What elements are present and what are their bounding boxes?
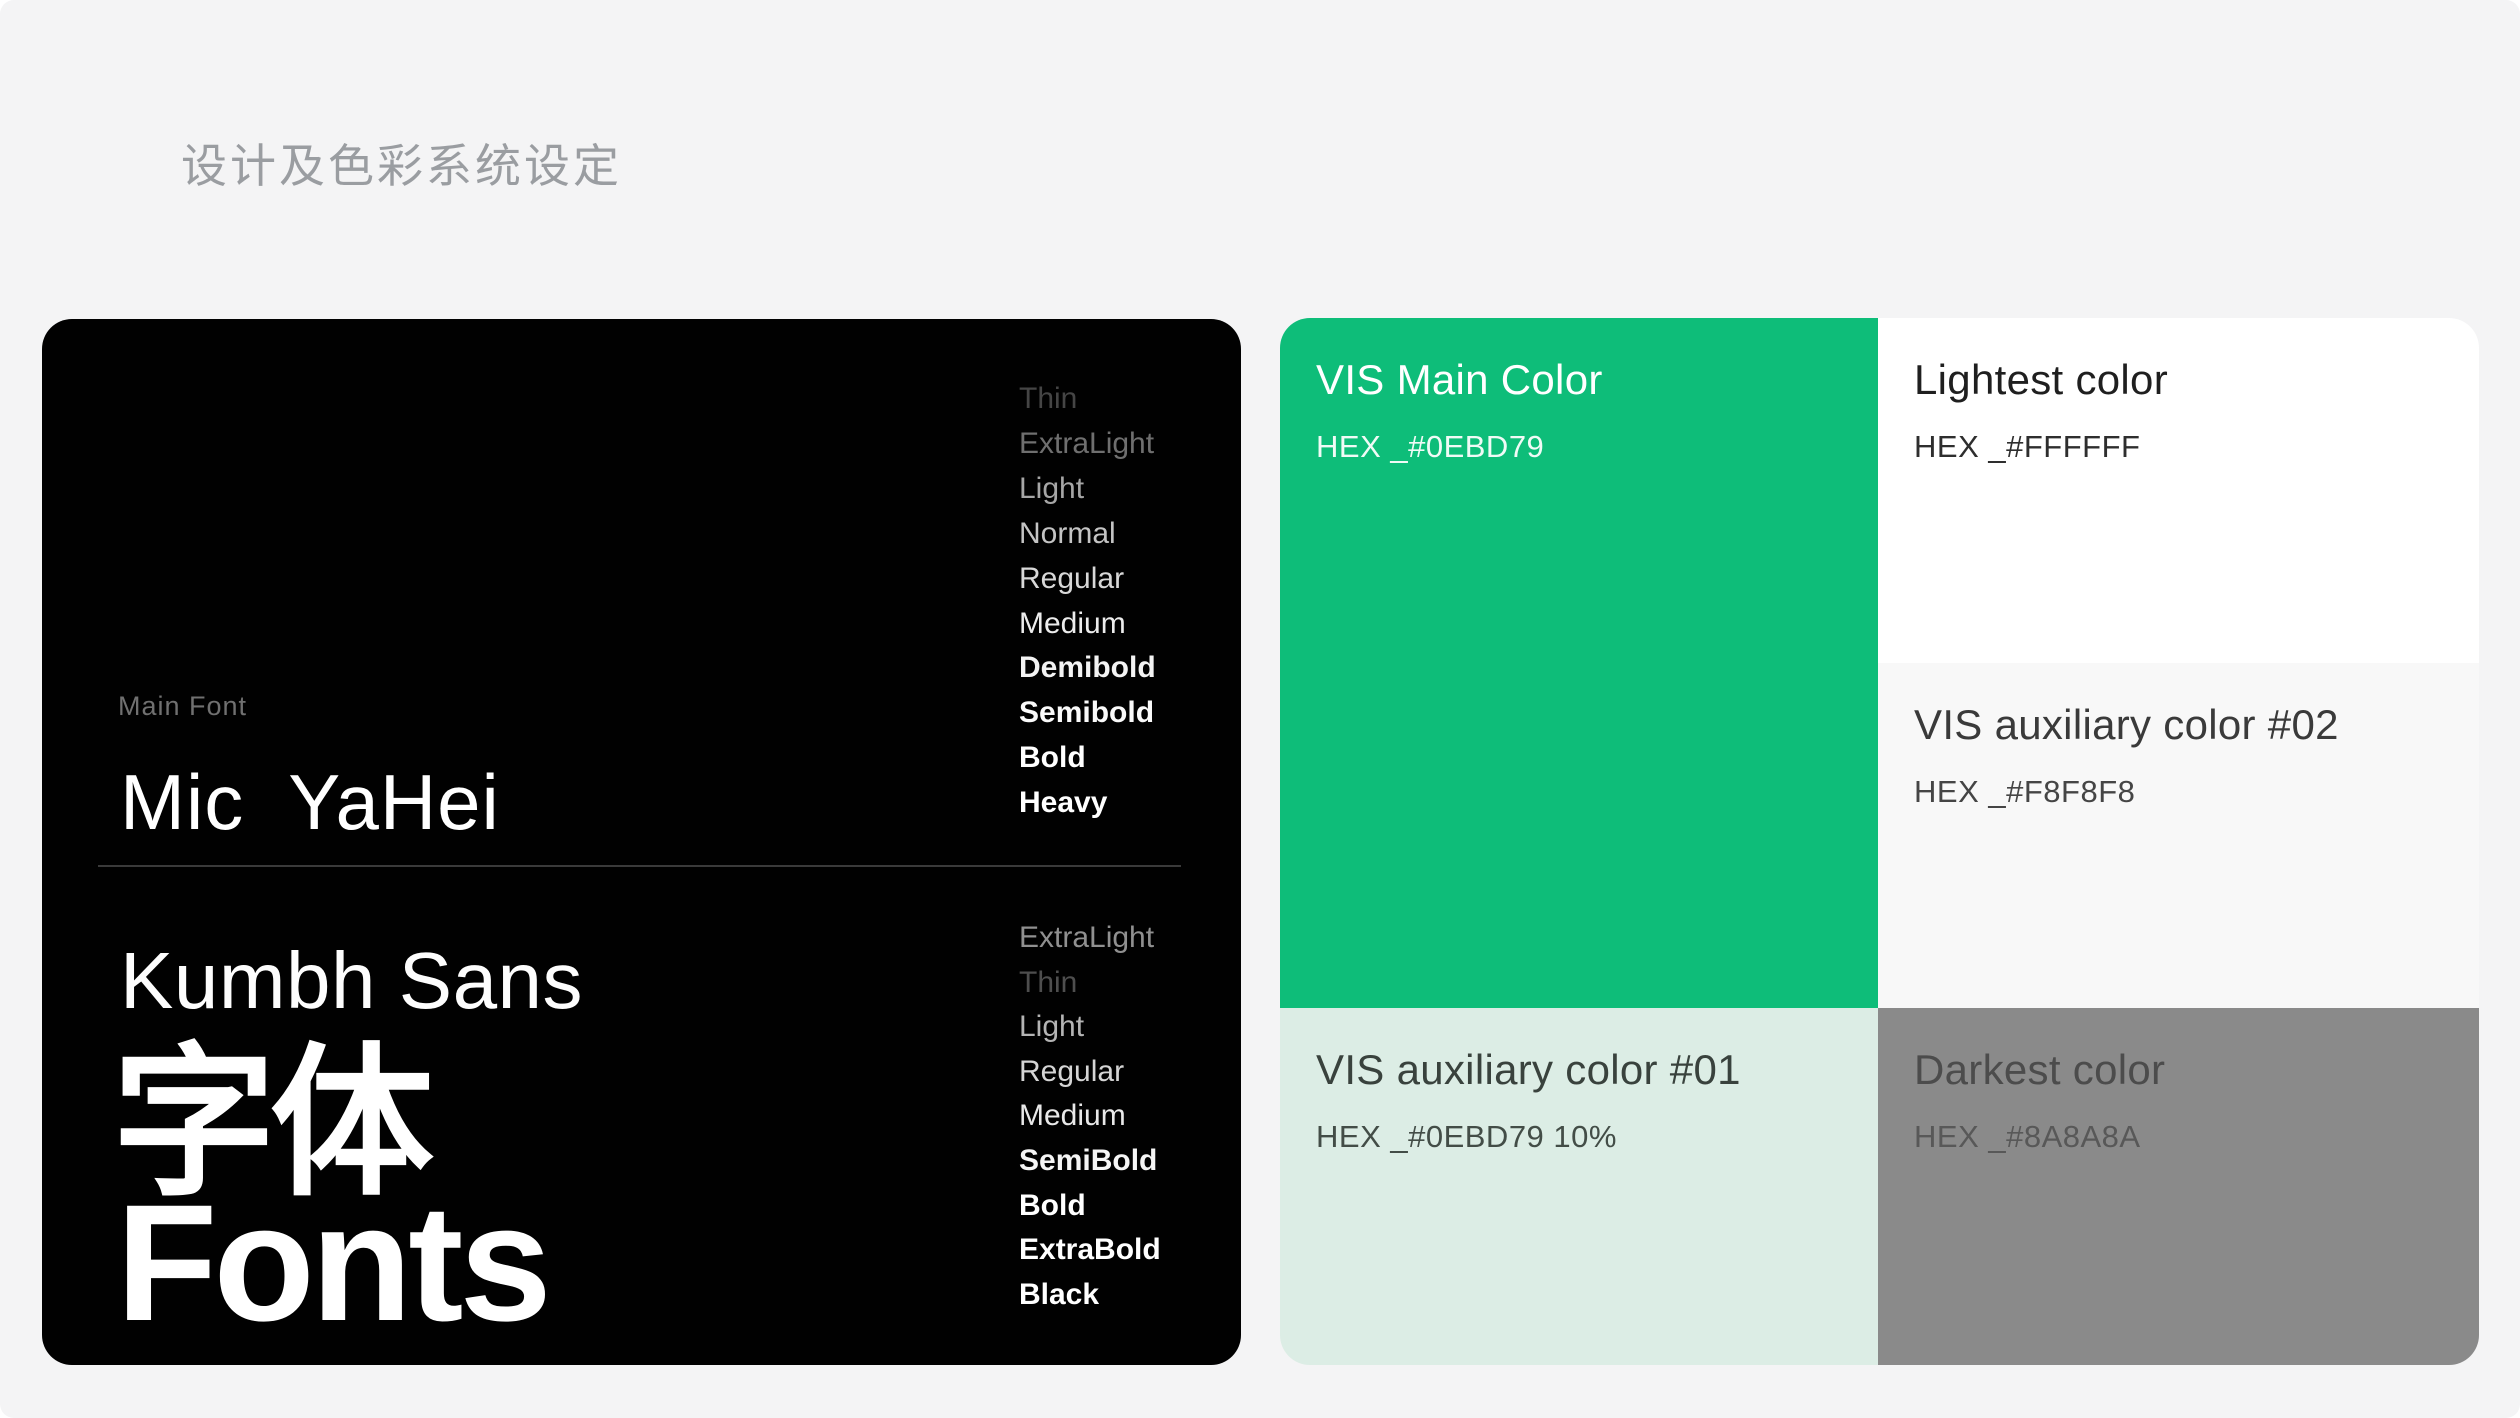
weight-item: Semibold [1019, 691, 1156, 736]
color-card-hex-value: HEX _#0EBD79 10% [1316, 1119, 1878, 1155]
weight-item: Regular [1019, 557, 1156, 602]
main-font-label: Main Font [118, 691, 247, 722]
page-title: 设计及色彩系统设定 [181, 130, 622, 196]
color-card-hex-value: HEX _#FFFFFF [1914, 429, 2479, 465]
secondary-font-specimen: Fonts [116, 1169, 548, 1359]
weight-item: Medium [1019, 602, 1156, 647]
weight-item: ExtraLight [1019, 422, 1156, 467]
secondary-font-name: Kumbh Sans [120, 935, 583, 1027]
color-card-hex-value: HEX _#F8F8F8 [1914, 774, 2479, 810]
color-card-aux-01: VIS auxiliary color #01 HEX _#0EBD79 10% [1280, 1008, 1878, 1365]
color-card-aux-02: VIS auxiliary color #02 HEX _#F8F8F8 [1878, 663, 2479, 1008]
color-card-lightest: Lightest color HEX _#FFFFFF [1878, 318, 2479, 663]
weight-item: Light [1019, 1005, 1161, 1050]
weight-item: Bold [1019, 1184, 1161, 1229]
color-card-title: Lightest color [1914, 356, 2479, 404]
color-grid-left-column: VIS Main Color HEX _#0EBD79 VIS auxiliar… [1280, 318, 1878, 1365]
main-font-weight-list: Thin ExtraLight Light Normal Regular Med… [1019, 377, 1156, 826]
color-card-title: Darkest color [1914, 1046, 2479, 1094]
font-card-divider [98, 865, 1181, 867]
color-card-title: VIS auxiliary color #02 [1914, 701, 2479, 749]
weight-item: Normal [1019, 512, 1156, 557]
weight-item: Thin [1019, 377, 1156, 422]
main-font-name: Mic YaHei [120, 757, 500, 848]
color-card-hex-value: HEX _#8A8A8A [1914, 1119, 2479, 1155]
weight-item: Thin [1019, 961, 1161, 1006]
weight-item: Bold [1019, 736, 1156, 781]
color-card-darkest: Darkest color HEX _#8A8A8A [1878, 1008, 2479, 1365]
color-card-vis-main: VIS Main Color HEX _#0EBD79 [1280, 318, 1878, 1008]
color-card-hex-value: HEX _#0EBD79 [1316, 429, 1878, 465]
color-card-title: VIS Main Color [1316, 356, 1878, 404]
weight-item: ExtraLight [1019, 916, 1161, 961]
weight-item: Heavy [1019, 781, 1156, 826]
design-system-page: 设计及色彩系统设定 Main Font Mic YaHei 字体 Thin Ex… [0, 0, 2520, 1418]
weight-item: Demibold [1019, 646, 1156, 691]
weight-item: Light [1019, 467, 1156, 512]
color-grid-right-column: Lightest color HEX _#FFFFFF VIS auxiliar… [1878, 318, 2479, 1365]
font-card: Main Font Mic YaHei 字体 Thin ExtraLight L… [42, 319, 1241, 1365]
weight-item: Medium [1019, 1094, 1161, 1139]
weight-item: Black [1019, 1273, 1161, 1318]
color-card-title: VIS auxiliary color #01 [1316, 1046, 1878, 1094]
secondary-font-weight-list: ExtraLight Thin Light Regular Medium Sem… [1019, 916, 1161, 1317]
color-system-grid: VIS Main Color HEX _#0EBD79 VIS auxiliar… [1280, 318, 2479, 1365]
weight-item: SemiBold [1019, 1139, 1161, 1184]
weight-item: ExtraBold [1019, 1228, 1161, 1273]
weight-item: Regular [1019, 1050, 1161, 1095]
